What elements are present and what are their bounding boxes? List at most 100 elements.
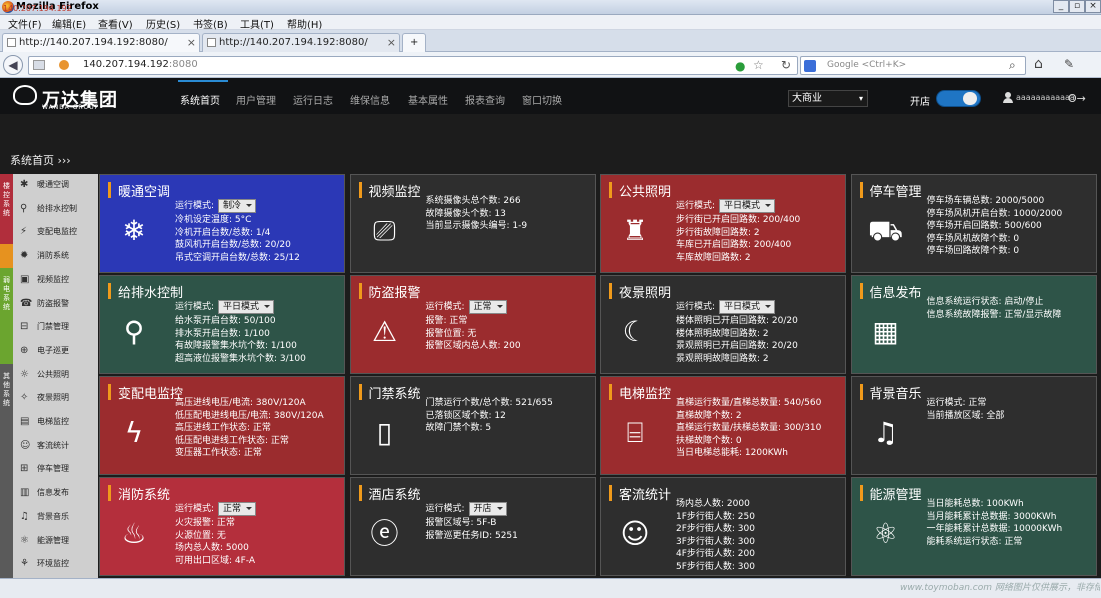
- menu-help[interactable]: 帮助(H): [287, 16, 322, 31]
- go-icon[interactable]: ●: [735, 59, 745, 73]
- nav-run-log[interactable]: 运行日志: [293, 92, 333, 107]
- tile-11[interactable]: 背景音乐 ♫ 运行模式: 正常 当前播放区域: 全部: [850, 376, 1097, 475]
- search-magnifier-icon[interactable]: ⌕: [1009, 58, 1016, 73]
- grid-board-icon: ▦: [872, 315, 899, 348]
- tile-14[interactable]: 客流统计 ☺ 场内总人数: 2000 1F步行街人数: 250 2F步行街人数: 300…: [600, 477, 846, 576]
- new-tab-button[interactable]: +: [402, 33, 426, 52]
- tile-title: 夜景照明: [619, 286, 672, 301]
- tile-2[interactable]: 公共照明 ♜ 运行模式: 平日模式 步行街已开启回路数: 200/400 步行街故障回路数…: [600, 174, 846, 273]
- menu-file[interactable]: 文件(F): [8, 16, 42, 31]
- tile-9[interactable]: 门禁系统 ▯ 门禁运行个数/总个数: 521/655 已落锁区域个数: 12 故障门禁个…: [349, 376, 596, 475]
- tab-bar: http://140.207.194.192:8080/ × http://14…: [0, 30, 1101, 52]
- reload-icon[interactable]: ↻: [781, 58, 791, 72]
- tile-4[interactable]: 给排水控制 ⚲ 运行模式: 平日模式 给水泵开启台数: 50/100 排水泵开启台数: 1…: [99, 275, 345, 374]
- sidebar-item[interactable]: ⚘ 环境监控: [15, 553, 98, 575]
- nav-home[interactable]: 系统首页: [180, 92, 220, 107]
- sidebar-item[interactable]: ☺ 客流统计: [15, 435, 98, 457]
- browser-tab-2[interactable]: http://140.207.194.192:8080/ ×: [202, 33, 400, 52]
- sidebar-item[interactable]: ▥ 信息发布: [15, 482, 98, 504]
- search-bar[interactable]: Google <Ctrl+K> ⌕: [800, 56, 1026, 75]
- nav-window-switch[interactable]: 窗口切换: [522, 92, 562, 107]
- snowflake-fan-icon: ❄: [122, 214, 146, 247]
- sidebar-item[interactable]: ⊟ 门禁管理: [15, 316, 98, 338]
- tile-7[interactable]: 信息发布 ▦ 信息系统运行状态: 启动/停止 信息系统故障报警: 正常/显示故障: [850, 275, 1097, 374]
- back-button[interactable]: ◀: [3, 55, 23, 75]
- google-search-engine-icon[interactable]: [804, 60, 816, 72]
- tile-mode-row: 运行模式: 开店: [426, 502, 518, 516]
- nav-report-query[interactable]: 报表查询: [465, 92, 505, 107]
- tile-line: 步行街已开启回路数: 200/400: [676, 215, 801, 225]
- sidebar-item[interactable]: ✧ 夜景照明: [15, 387, 98, 409]
- menu-history[interactable]: 历史(S): [146, 16, 180, 31]
- tile-6[interactable]: 夜景照明 ☾ 运行模式: 平日模式 楼体照明已开启回路数: 20/20 楼体照明故障回路数…: [600, 275, 846, 374]
- tile-1[interactable]: 视频监控 ⎚ 系统摄像头总个数: 266 故障摄像头个数: 13 当前显示摄像头编号: …: [349, 174, 596, 273]
- open-store-toggle[interactable]: [936, 90, 981, 107]
- close-window-button[interactable]: ×: [1085, 0, 1101, 13]
- tile-10[interactable]: 电梯监控 ⌸ 直梯运行数量/直梯总数量: 540/560 直梯故障个数: 2 直梯运行数…: [600, 376, 846, 475]
- tile-mode-select[interactable]: 开店: [468, 502, 507, 516]
- menu-view[interactable]: 查看(V): [98, 16, 133, 31]
- tile-12[interactable]: 消防系统 ♨ 运行模式: 正常 火灾报警: 正常 火源位置: 无场内总人数: 5000 可用…: [99, 477, 345, 576]
- home-icon[interactable]: ⌂: [1034, 56, 1043, 72]
- logout-key-icon[interactable]: O→: [1068, 92, 1094, 105]
- sidebar-item[interactable]: ☎ 防盗报警: [15, 293, 98, 315]
- browser-tab-1[interactable]: http://140.207.194.192:8080/ ×: [2, 33, 200, 52]
- tile-line: 故障门禁个数: 5: [425, 423, 492, 433]
- close-tab-icon[interactable]: ×: [187, 34, 196, 51]
- sidebar-item[interactable]: ⊕ 电子巡更: [15, 340, 98, 362]
- tile-line: 可用出口区域: 4F-A: [175, 555, 256, 566]
- search-placeholder: Google <Ctrl+K>: [827, 60, 907, 70]
- sidebar-item-icon: ⊕: [20, 344, 29, 356]
- menu-tools[interactable]: 工具(T): [240, 16, 274, 31]
- tile-mode-select[interactable]: 平日模式: [719, 300, 776, 314]
- addon-icon[interactable]: ✎: [1064, 57, 1074, 71]
- tile-info: 运行模式: 制冷 冷机设定温度: 5°C 冷机开启台数/总数: 1/4 鼓风机开启台数/…: [175, 199, 300, 264]
- close-tab-icon[interactable]: ×: [387, 34, 396, 51]
- mall-select[interactable]: 大商业 ▾: [788, 90, 868, 107]
- tile-line: 有故障报警集水坑个数: 1/100: [175, 341, 297, 351]
- tile-15[interactable]: 能源管理 ⚛ 当日能耗总数: 100KWh 当月能耗累计总数据: 3000KWh 一年能…: [850, 477, 1097, 576]
- sidebar-item[interactable]: ⚲ 给排水控制: [15, 198, 98, 220]
- url-bar[interactable]: 140.207.194.192:8080 ● ☆ ↻: [28, 56, 798, 75]
- nav-user-management[interactable]: 用户管理: [236, 92, 276, 107]
- tile-line: 楼体照明已开启回路数: 20/20: [676, 316, 798, 326]
- tile-mode-select[interactable]: 制冷: [218, 199, 257, 213]
- sidebar-item[interactable]: ▣ 视频监控: [15, 269, 98, 291]
- tile-mode-select[interactable]: 平日模式: [719, 199, 776, 213]
- sidebar-item[interactable]: ⊞ 停车管理: [15, 458, 98, 480]
- sidebar-item[interactable]: ⚛ 能源管理: [15, 530, 98, 552]
- sidebar-item[interactable]: ✱ 暖通空调: [15, 174, 98, 196]
- sidebar-item-icon: ⚡: [20, 226, 28, 238]
- page-identity-icon[interactable]: [33, 60, 45, 70]
- tile-line: 停车场开启回路数: 500/600: [926, 221, 1042, 231]
- tile-3[interactable]: 停车管理 ⛟ 停车场车辆总数: 2000/5000 停车场风机开启台数: 1000/2…: [850, 174, 1097, 273]
- sidebar-item[interactable]: ▤ 电梯监控: [15, 411, 98, 433]
- restore-button[interactable]: ▫: [1069, 0, 1085, 13]
- tile-mode-row: 运行模式: 制冷: [175, 199, 300, 213]
- sidebar-item[interactable]: ⚡ 变配电监控: [15, 221, 98, 243]
- tile-mode-select[interactable]: 正常: [218, 502, 257, 516]
- nav-maintenance[interactable]: 维保信息: [350, 92, 390, 107]
- nav-basic-attributes[interactable]: 基本属性: [408, 92, 448, 107]
- sidebar-group-weak: 弱电系统: [0, 268, 13, 364]
- tile-accent-bar: [609, 182, 612, 198]
- menu-bookmarks[interactable]: 书签(B): [193, 16, 228, 31]
- sidebar-group-color-band: [0, 244, 13, 268]
- tile-mode-select[interactable]: 正常: [468, 300, 507, 314]
- tile-line: 吊式空调开启台数/总数: 25/12: [175, 252, 300, 263]
- tile-13[interactable]: 酒店系统 ⓔ 运行模式: 开店 报警区域号: 5F-B 报警巡更任务ID: 5251: [349, 477, 596, 576]
- dashboard-tiles: 暖通空调 ❄ 运行模式: 制冷 冷机设定温度: 5°C 冷机开启台数/总数: 1/4 鼓风机…: [99, 174, 1101, 578]
- tile-5[interactable]: 防盗报警 ⚠ 运行模式: 正常 报警: 正常 报警位置: 无报警区域内总人数: 200: [349, 275, 596, 374]
- tile-info: 当日能耗总数: 100KWh 当月能耗累计总数据: 3000KWh 一年能耗累计总数…: [927, 498, 1063, 548]
- tile-accent-bar: [859, 384, 863, 400]
- tile-8[interactable]: 变配电监控 ϟ 高压进线电压/电流: 380V/120A 低压配电进线电压/电流: 3…: [99, 376, 345, 475]
- tile-0[interactable]: 暖通空调 ❄ 运行模式: 制冷 冷机设定温度: 5°C 冷机开启台数/总数: 1/4 鼓风机…: [99, 174, 345, 273]
- bookmark-star-icon[interactable]: ☆: [753, 58, 764, 72]
- tile-mode-select[interactable]: 平日模式: [218, 300, 275, 314]
- minimize-button[interactable]: _: [1053, 0, 1069, 13]
- sidebar-item[interactable]: ✹ 消防系统: [15, 245, 98, 267]
- sidebar-item[interactable]: ☼ 公共照明: [15, 364, 98, 386]
- tile-line: 步行街故障回路数: 2: [676, 227, 760, 238]
- menu-edit[interactable]: 编辑(E): [52, 16, 86, 31]
- sidebar-item[interactable]: ♫ 背景音乐: [15, 506, 98, 528]
